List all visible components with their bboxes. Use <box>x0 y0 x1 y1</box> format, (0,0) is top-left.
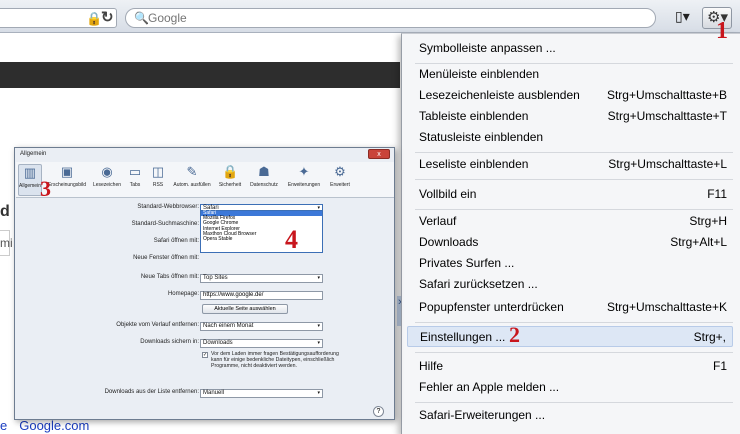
save-downloads-select[interactable]: Downloads ▾ <box>200 339 323 348</box>
menu-item-show-tab-bar[interactable]: Tableiste einblenden Strg+Umschalttaste+T <box>407 106 733 127</box>
help-button[interactable]: ? <box>373 406 384 417</box>
dialog-close-button[interactable]: x <box>368 149 390 159</box>
search-icon[interactable]: 🔍 <box>134 11 149 25</box>
tab-autofill[interactable]: ✎ Autom. ausfüllen <box>170 164 214 196</box>
menu-separator <box>415 352 733 353</box>
save-downloads-label: Downloads sichern in: <box>140 339 199 345</box>
remove-history-select[interactable]: Nach einem Monat ▾ <box>200 322 323 331</box>
page-footer-links: e Google.com <box>0 418 101 433</box>
gear-icon: ⚙ <box>334 164 346 179</box>
search-input[interactable] <box>148 10 628 26</box>
footer-link[interactable]: e <box>0 418 7 433</box>
menu-item-customize-toolbar[interactable]: Symbolleiste anpassen ... <box>407 38 733 59</box>
default-search-label: Standard-Suchmaschine: <box>131 221 199 227</box>
new-tabs-select[interactable]: Top Sites ▾ <box>200 274 323 283</box>
menu-item-safari-extensions[interactable]: Safari-Erweiterungen ... <box>407 405 733 426</box>
menu-item-show-status-bar[interactable]: Statusleiste einblenden <box>407 127 733 148</box>
pencil-icon: ✎ <box>186 164 198 179</box>
page-heading-fragment: d <box>0 203 10 220</box>
page-menu-button[interactable]: ▯▾ <box>675 8 699 28</box>
homepage-label: Homepage: <box>167 291 199 297</box>
menu-item-help[interactable]: Hilfe F1 <box>407 356 733 377</box>
page-icon: ▯▾ <box>675 8 690 24</box>
search-field[interactable]: 🔍 <box>125 8 656 28</box>
chevron-down-icon: ▾ <box>317 275 320 281</box>
menu-separator <box>415 152 733 153</box>
chevron-down-icon: ▾ <box>317 323 320 329</box>
page-label-fragment: mi <box>0 236 13 250</box>
lock-icon: 🔒 <box>222 164 239 179</box>
menu-item-history[interactable]: Verlauf Strg+H <box>407 211 733 232</box>
callout-number-1: 1 <box>716 18 728 44</box>
tab-security[interactable]: 🔒 Sicherheit <box>215 164 245 196</box>
tab-bookmarks[interactable]: ◉ Lesezeichen <box>91 164 123 196</box>
set-current-page-button[interactable]: Aktuelle Seite auswählen <box>202 304 288 314</box>
footer-link[interactable]: Google.com <box>19 418 89 433</box>
tab-advanced[interactable]: ⚙ Erweitert <box>326 164 354 196</box>
menu-item-block-popups[interactable]: Popupfenster unterdrücken Strg+Umschaltta… <box>407 297 733 318</box>
callout-number-4: 4 <box>285 225 298 254</box>
preferences-tabbar: ▥ Allgemein ▣ Erscheinungsbild ◉ Lesezeiche… <box>16 162 394 198</box>
globe-icon: ◉ <box>101 164 113 179</box>
page-header-band <box>0 62 400 88</box>
remove-downloads-select[interactable]: Manuell ▾ <box>200 389 323 398</box>
menu-separator <box>415 179 733 180</box>
menu-item-show-menubar[interactable]: Menüleiste einblenden <box>407 64 733 85</box>
menu-separator <box>415 402 733 403</box>
tab-privacy[interactable]: ☗ Datenschutz <box>246 164 282 196</box>
tab-general[interactable]: ▥ Allgemein <box>18 164 42 196</box>
new-windows-label: Neue Fenster öffnen mit: <box>133 255 199 261</box>
menu-separator <box>415 322 733 323</box>
menu-separator <box>415 209 733 210</box>
reload-icon[interactable]: ↻ <box>101 8 114 26</box>
menu-item-preferences[interactable]: Einstellungen ... Strg+, <box>407 326 733 347</box>
remove-downloads-label: Downloads aus der Liste entfernen: <box>104 389 199 395</box>
remove-history-label: Objekte vom Verlauf entfernen: <box>116 322 199 328</box>
browser-toolbar: 🔒 ↻ 🔍 ▯▾ ⚙▾ <box>0 0 740 33</box>
menu-item-downloads[interactable]: Downloads Strg+Alt+L <box>407 232 733 253</box>
person-icon: ☗ <box>258 164 270 179</box>
callout-number-3: 3 <box>40 176 51 201</box>
safari-settings-menu: Symbolleiste anpassen ... Menüleiste ein… <box>401 33 740 434</box>
dialog-title: Allgemein <box>20 151 47 157</box>
callout-number-2: 2 <box>509 322 520 347</box>
menu-item-fullscreen[interactable]: Vollbild ein F11 <box>407 184 733 205</box>
tab-rss[interactable]: ◫ RSS <box>147 164 169 196</box>
picture-icon: ▣ <box>60 164 74 179</box>
homepage-field[interactable]: https://www.google.de/ <box>200 291 323 300</box>
safari-opens-label: Safari öffnen mit: <box>153 238 199 244</box>
menu-item-show-reading-list[interactable]: Leseliste einblenden Strg+Umschalttaste+L <box>407 154 733 175</box>
ask-before-download-text: Vor dem Laden immer fragen Bestätigungsa… <box>211 351 339 369</box>
menu-item-report-bug[interactable]: Fehler an Apple melden ... <box>407 377 733 398</box>
menu-item-private-browsing[interactable]: Privates Surfen ... <box>407 253 733 274</box>
menu-item-hide-bookmarks-bar[interactable]: Lesezeichenleiste ausblenden Strg+Umschal… <box>407 85 733 106</box>
menu-item-reset-safari[interactable]: Safari zurücksetzen ... <box>407 274 733 295</box>
new-tabs-label: Neue Tabs öffnen mit: <box>140 274 199 280</box>
rss-icon: ◫ <box>151 164 165 179</box>
default-browser-dropdown: Safari Mozilla Firefox Google Chrome Int… <box>200 210 323 253</box>
tab-extensions[interactable]: ✦ Erweiterungen <box>283 164 325 196</box>
lock-icon: 🔒 <box>86 11 103 26</box>
tab-tabs[interactable]: ▭ Tabs <box>124 164 146 196</box>
dropdown-option[interactable]: Opera Stable <box>201 236 322 242</box>
switch-icon: ▥ <box>23 165 37 180</box>
chevron-down-icon: ▾ <box>317 340 320 346</box>
chevron-down-icon: ▾ <box>317 390 320 396</box>
preferences-dialog: Allgemein x ▥ Allgemein ▣ Erscheinungsbild… <box>14 147 395 420</box>
tabs-icon: ▭ <box>128 164 142 179</box>
puzzle-icon: ✦ <box>298 164 310 179</box>
ask-before-download-checkbox[interactable]: ✓ <box>202 352 208 358</box>
